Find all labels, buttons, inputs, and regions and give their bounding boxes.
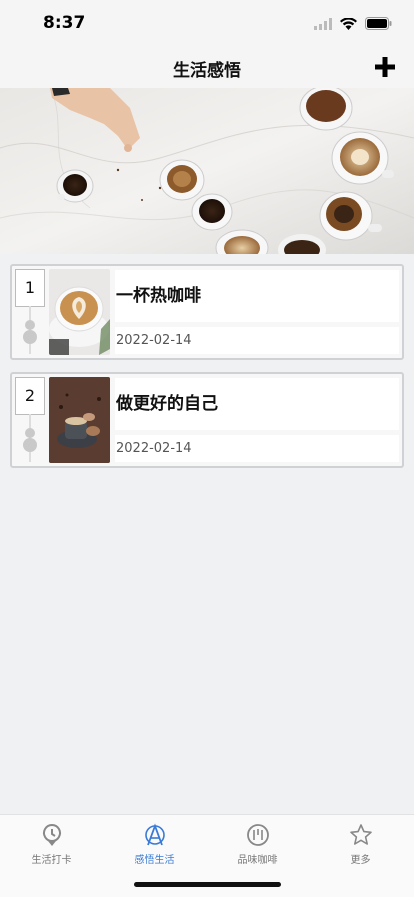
gourd-icon bbox=[22, 316, 38, 352]
latte-art-thumbnail bbox=[49, 269, 110, 355]
tab-label: 品味咖啡 bbox=[237, 855, 278, 866]
status-bar: 8:37 bbox=[0, 0, 414, 48]
battery-icon bbox=[365, 15, 392, 34]
tab-label: 感悟生活 bbox=[134, 855, 175, 866]
add-button[interactable] bbox=[372, 54, 398, 80]
entry-date: 2022-02-14 bbox=[115, 327, 399, 354]
list-item[interactable]: 1 一杯热咖啡 2022-02-14 bbox=[10, 264, 404, 360]
list-item[interactable]: 2 做更好的自己 2022-02-14 bbox=[10, 372, 404, 468]
nav-bar: 生活感悟 bbox=[0, 48, 414, 88]
tab-label: 更多 bbox=[350, 855, 371, 866]
hero-banner-image bbox=[0, 88, 414, 254]
entry-date: 2022-02-14 bbox=[115, 435, 399, 462]
entry-index: 1 bbox=[15, 269, 45, 307]
plus-icon bbox=[375, 57, 395, 77]
tab-life-checkin[interactable]: 生活打卡 bbox=[0, 823, 103, 866]
tab-label: 生活打卡 bbox=[31, 855, 72, 866]
entry-title: 一杯热咖啡 bbox=[115, 270, 399, 322]
wifi-icon bbox=[340, 15, 357, 34]
tab-life-insights[interactable]: 感悟生活 bbox=[103, 823, 206, 866]
entry-index: 2 bbox=[15, 377, 45, 415]
tab-taste-coffee[interactable]: 品味咖啡 bbox=[206, 823, 309, 866]
gourd-icon bbox=[22, 424, 38, 460]
home-indicator bbox=[134, 882, 281, 887]
entry-title: 做更好的自己 bbox=[115, 378, 399, 430]
status-time: 8:37 bbox=[43, 13, 86, 33]
entry-list: 1 一杯热咖啡 2022-02-14 2 做更好的自己 2022-02-14 bbox=[10, 264, 404, 480]
compass-a-icon bbox=[144, 823, 165, 846]
coffee-circle-icon bbox=[246, 824, 269, 846]
tab-more[interactable]: 更多 bbox=[309, 823, 412, 866]
coffee-macarons-thumbnail bbox=[49, 377, 110, 463]
page-title: 生活感悟 bbox=[173, 61, 241, 81]
status-icons bbox=[314, 15, 392, 34]
signal-icon bbox=[314, 15, 332, 34]
star-icon bbox=[349, 824, 372, 845]
clock-pin-icon bbox=[42, 824, 61, 846]
